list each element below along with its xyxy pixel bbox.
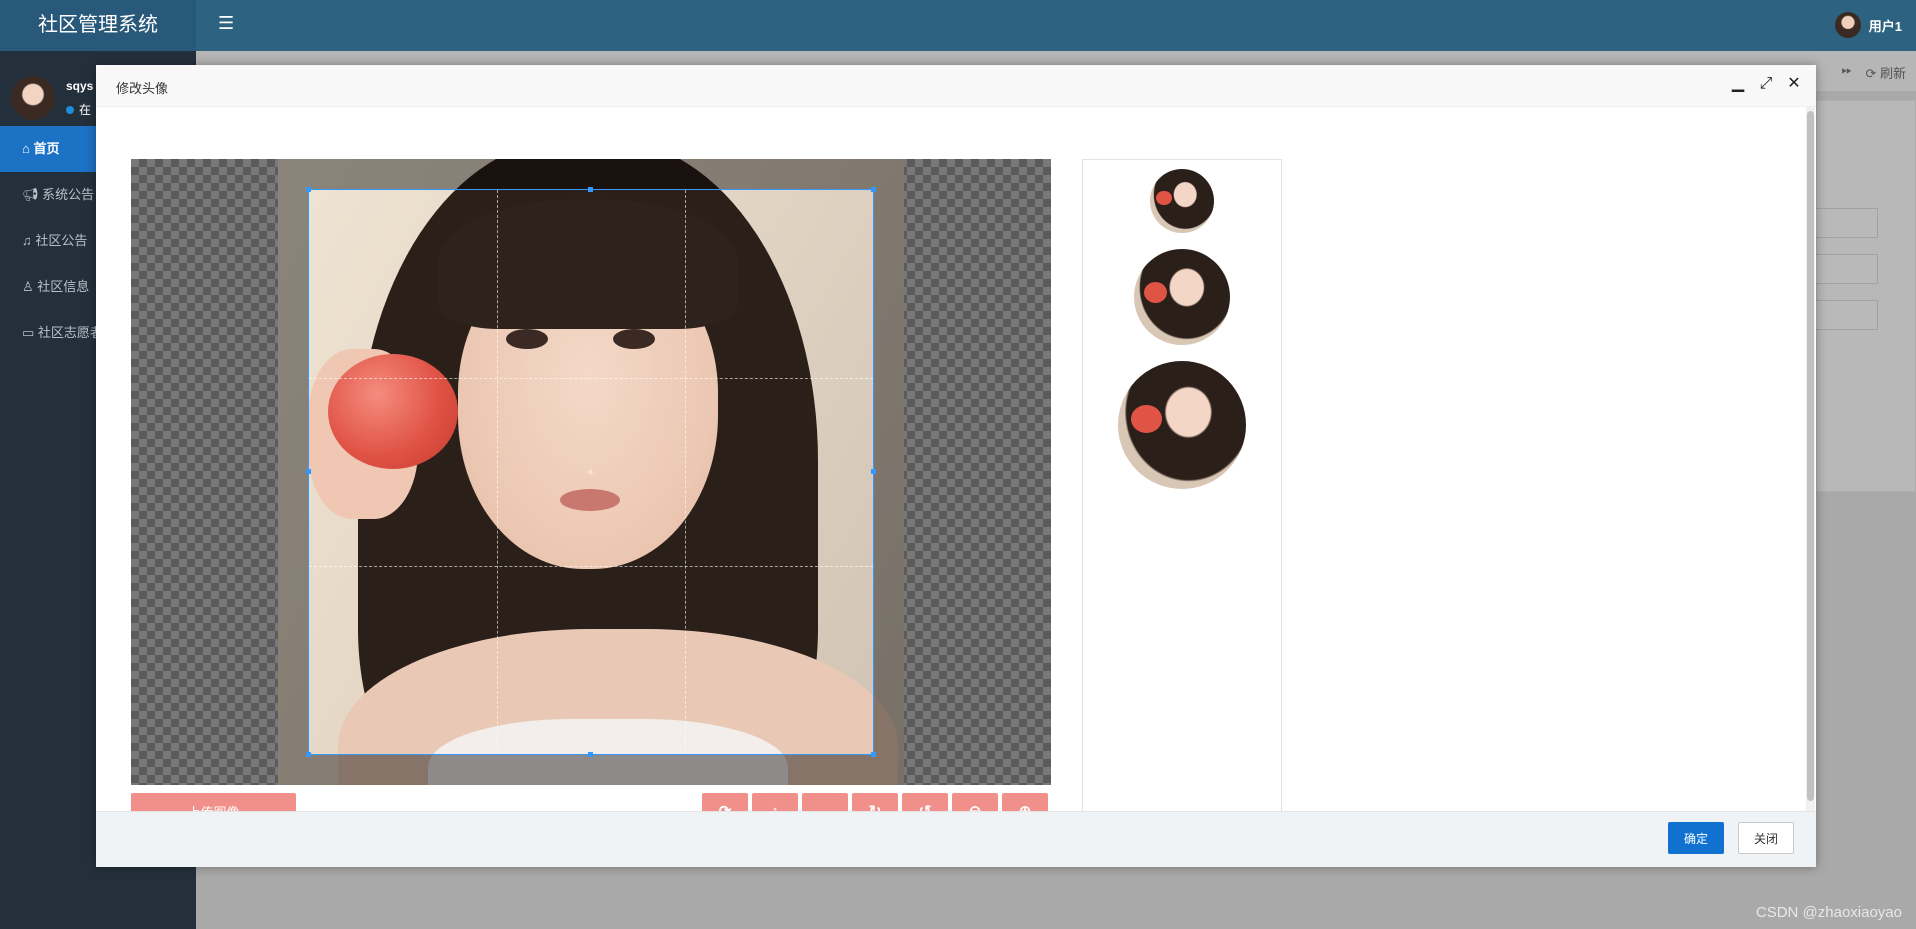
home-icon: ⌂ [22, 141, 30, 156]
avatar [11, 76, 55, 120]
top-bar: 社区管理系统 ☰ 用户1 [0, 0, 1916, 51]
sidebar-user-name: sqys [66, 79, 94, 93]
dialog-body: + 上传图像 ⟳ ↕ ↔ ↻ ↺ ⊖ ⊕ [96, 107, 1816, 829]
avatar [1834, 12, 1861, 38]
crop-handle-sw[interactable] [306, 752, 311, 757]
image-cropper[interactable]: + [131, 159, 1051, 785]
crop-selection-box[interactable]: + [306, 187, 876, 757]
megaphone-icon: 📢︎ [22, 187, 39, 202]
crop-center-icon: + [587, 465, 595, 479]
close-icon[interactable]: ✕ [1786, 75, 1802, 93]
avatar-preview-panel [1082, 159, 1282, 825]
crop-handle-n[interactable] [588, 187, 593, 192]
edit-avatar-dialog: 修改头像 ▁ ⤢ ✕ + 确定 关闭 [96, 65, 1816, 867]
refresh-button[interactable]: ⟳ 刷新 [1865, 63, 1906, 82]
app-brand: 社区管理系统 [0, 0, 196, 51]
background-panel [1816, 100, 1916, 492]
refresh-icon: ⟳ [1865, 66, 1877, 81]
dialog-header: 修改头像 ▁ ⤢ ✕ [96, 65, 1816, 107]
crop-handle-se[interactable] [871, 752, 876, 757]
confirm-button[interactable]: 确定 [1668, 822, 1724, 854]
close-button[interactable]: 关闭 [1738, 822, 1794, 854]
crop-handle-w[interactable] [306, 469, 311, 474]
comment-icon: ▭ [22, 325, 35, 340]
background-field [1808, 300, 1878, 330]
crop-handle-s[interactable] [588, 752, 593, 757]
background-field [1808, 208, 1878, 238]
hamburger-icon[interactable]: ☰ [218, 13, 234, 34]
minimize-icon[interactable]: ▁ [1730, 75, 1746, 93]
crop-handle-ne[interactable] [871, 187, 876, 192]
online-status: 在 [66, 101, 91, 118]
dialog-window-controls: ▁ ⤢ ✕ [1730, 75, 1802, 93]
bell-icon: ♫︎ [22, 233, 32, 248]
dialog-title: 修改头像 [116, 81, 169, 96]
online-dot-icon [66, 105, 74, 114]
watermark: CSDN @zhaoxiaoyao [1755, 904, 1902, 921]
top-user-name: 用户1 [1868, 18, 1902, 34]
top-user-menu[interactable]: 用户1 [1834, 12, 1902, 38]
avatar-preview-small [1150, 169, 1214, 233]
walker-icon: ♙ [22, 279, 34, 294]
dialog-footer: 确定 关闭 [96, 811, 1816, 867]
maximize-icon[interactable]: ⤢ [1758, 75, 1774, 93]
background-field [1808, 254, 1878, 284]
avatar-preview-large [1118, 361, 1246, 489]
crop-handle-nw[interactable] [306, 187, 311, 192]
dialog-scrollbar[interactable] [1806, 107, 1815, 811]
crop-handle-e[interactable] [871, 469, 876, 474]
tab-forward-icon[interactable]: ⏩︎ [1842, 62, 1852, 78]
avatar-preview-medium [1134, 249, 1230, 345]
